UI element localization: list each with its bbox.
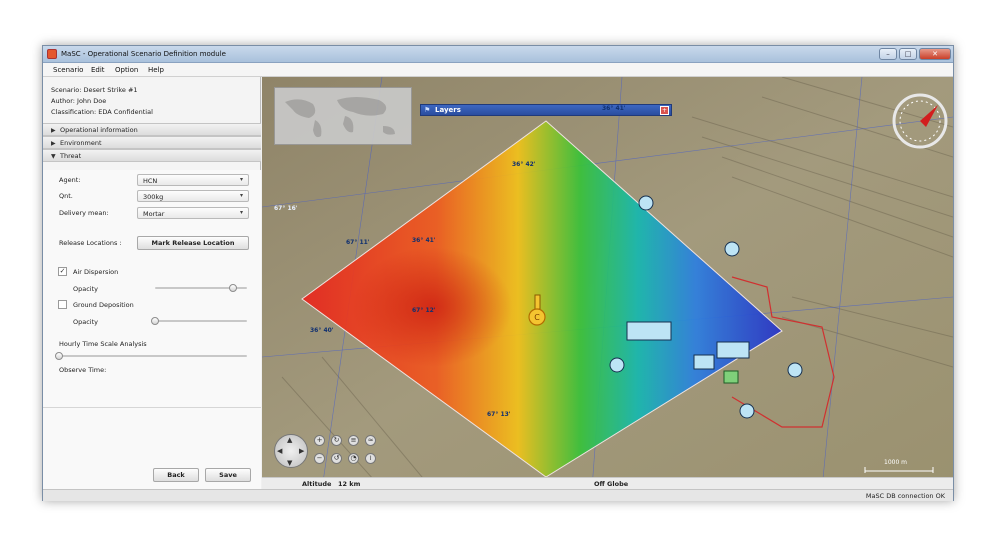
- chevron-down-icon: ▾: [239, 209, 243, 216]
- scenario-author: Author: John Doe: [51, 97, 107, 105]
- air-opacity-label: Opacity: [73, 285, 99, 293]
- rotate-ccw-icon[interactable]: ↺: [331, 453, 342, 464]
- threat-panel: Agent: HCN ▾ Qnt. 300kg ▾ Delivery mean:…: [43, 170, 261, 489]
- section-operational-information[interactable]: ▶ Operational information: [43, 123, 261, 136]
- delivery-select[interactable]: Mortar ▾: [137, 207, 249, 219]
- section-label: Threat: [60, 152, 82, 160]
- air-dispersion-checkbox[interactable]: ✓: [58, 267, 67, 276]
- ground-deposition-checkbox[interactable]: [58, 300, 67, 309]
- back-button[interactable]: Back: [153, 468, 199, 482]
- db-status: MaSC DB connection OK: [865, 492, 945, 500]
- scenario-classification: Classification: EDA Confidential: [51, 108, 153, 116]
- hourly-label: Hourly Time Scale Analysis: [59, 340, 147, 348]
- menu-edit[interactable]: Edit: [91, 66, 105, 74]
- hourly-slider[interactable]: [59, 355, 247, 357]
- layers-title: Layers: [435, 106, 461, 114]
- zoom-out-icon[interactable]: −: [314, 453, 325, 464]
- coord-label: 67° 16': [274, 205, 298, 212]
- ground-opacity-handle[interactable]: [151, 317, 159, 325]
- tilt-icon[interactable]: ≡: [348, 435, 359, 446]
- rotate-cw-icon[interactable]: ↻: [331, 435, 342, 446]
- status-bar: MaSC DB connection OK: [43, 489, 953, 501]
- map-view[interactable]: C ⚑ Layers + 36° 42' 67° 16' 67° 11' 36°…: [262, 77, 953, 489]
- qnt-select[interactable]: 300kg ▾: [137, 190, 249, 202]
- delivery-label: Delivery mean:: [59, 209, 109, 217]
- release-label: Release Locations :: [59, 239, 122, 247]
- minimize-button[interactable]: –: [879, 48, 897, 60]
- chevron-down-icon: ▼: [51, 153, 56, 160]
- save-button[interactable]: Save: [205, 468, 251, 482]
- agent-value: HCN: [143, 177, 158, 185]
- scale-label: 1000 m: [884, 459, 908, 466]
- chevron-right-icon: ▶: [51, 127, 56, 134]
- coord-label: 36° 41': [602, 105, 626, 112]
- scenario-panel: Scenario: Desert Strike #1 Author: John …: [43, 77, 261, 489]
- chevron-down-icon: ▾: [239, 176, 243, 183]
- ground-opacity-slider[interactable]: [155, 320, 247, 322]
- altitude-value: 12 km: [338, 480, 361, 488]
- menu-scenario[interactable]: Scenario: [53, 66, 83, 74]
- map-status-bar: Altitude 12 km Off Globe: [262, 477, 953, 489]
- coord-label: 36° 42': [512, 161, 536, 168]
- qnt-value: 300kg: [143, 193, 164, 201]
- layers-toggle-icon[interactable]: ≀: [365, 453, 376, 464]
- app-icon: [47, 49, 57, 59]
- ground-opacity-label: Opacity: [73, 318, 99, 326]
- marker-label: C: [534, 313, 540, 322]
- air-dispersion-label: Air Dispersion: [73, 268, 119, 276]
- mark-release-location-button[interactable]: Mark Release Location: [137, 236, 249, 250]
- arrow-up-icon[interactable]: ▲: [287, 436, 292, 444]
- arrow-right-icon[interactable]: ▶: [299, 447, 304, 455]
- arrow-left-icon[interactable]: ◀: [277, 447, 282, 455]
- chevron-right-icon: ▶: [51, 140, 56, 147]
- divider: [43, 407, 261, 408]
- menu-help[interactable]: Help: [148, 66, 164, 74]
- close-button[interactable]: ✕: [919, 48, 951, 60]
- coord-label: 36° 41': [412, 237, 436, 244]
- overview-map[interactable]: [274, 87, 412, 145]
- altitude-label: Altitude: [302, 480, 332, 488]
- hourly-handle[interactable]: [55, 352, 63, 360]
- agent-label: Agent:: [59, 176, 81, 184]
- scenario-name: Scenario: Desert Strike #1: [51, 86, 138, 94]
- section-threat[interactable]: ▼ Threat: [43, 149, 261, 162]
- maximize-button[interactable]: □: [899, 48, 917, 60]
- coord-label: 36° 40': [310, 327, 334, 334]
- window-title: MaSC - Operational Scenario Definition m…: [61, 50, 226, 58]
- ground-deposition-label: Ground Deposition: [73, 301, 134, 309]
- delivery-value: Mortar: [143, 210, 165, 218]
- coord-label: 67° 12': [412, 307, 436, 314]
- zoom-in-icon[interactable]: +: [314, 435, 325, 446]
- section-label: Environment: [60, 139, 102, 147]
- title-bar[interactable]: MaSC - Operational Scenario Definition m…: [43, 46, 953, 63]
- flag-icon: ⚑: [424, 106, 431, 114]
- menu-option[interactable]: Option: [115, 66, 138, 74]
- section-environment[interactable]: ▶ Environment: [43, 136, 261, 149]
- coord-label: 67° 13': [487, 411, 511, 418]
- layers-panel[interactable]: ⚑ Layers +: [420, 104, 672, 116]
- base-marker: [723, 370, 739, 384]
- view-icon[interactable]: ◔: [348, 453, 359, 464]
- world-map-icon: [275, 88, 411, 144]
- menu-bar: Scenario Edit Option Help: [43, 63, 953, 77]
- globe-status: Off Globe: [594, 480, 629, 488]
- terrain-icon[interactable]: ≈: [365, 435, 376, 446]
- air-opacity-handle[interactable]: [229, 284, 238, 292]
- layers-expand-icon[interactable]: +: [660, 106, 669, 115]
- agent-select[interactable]: HCN ▾: [137, 174, 249, 186]
- coord-label: 67° 11': [346, 239, 370, 246]
- pan-control[interactable]: ▲ ▼ ◀ ▶: [274, 434, 308, 468]
- observe-time-label: Observe Time:: [59, 366, 107, 374]
- chevron-down-icon: ▾: [239, 192, 243, 199]
- arrow-down-icon[interactable]: ▼: [287, 459, 292, 467]
- app-window: MaSC - Operational Scenario Definition m…: [42, 45, 954, 501]
- qnt-label: Qnt.: [59, 192, 73, 200]
- section-label: Operational information: [60, 126, 138, 134]
